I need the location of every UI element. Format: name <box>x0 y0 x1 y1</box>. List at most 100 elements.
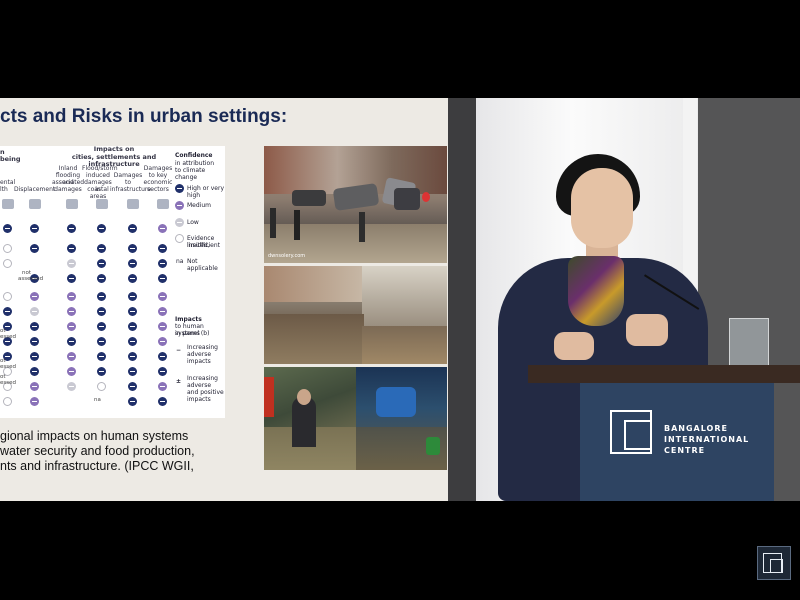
table-header: associated <box>52 179 85 186</box>
confidence-dot <box>67 307 76 316</box>
table-header: economic <box>143 179 173 186</box>
row-label: essed <box>0 364 16 370</box>
confidence-dot <box>158 397 167 406</box>
confidence-dot <box>158 259 167 268</box>
caption-line: water security and food production, <box>0 444 195 458</box>
legend-title: Confidence <box>175 152 213 159</box>
table-header: lth <box>0 186 8 193</box>
confidence-dot <box>67 352 76 361</box>
table-header: Flood/storm <box>82 165 118 172</box>
confidence-dot <box>158 224 167 233</box>
legend-limited-label: insufficient <box>187 242 221 249</box>
table-header: ental <box>0 179 16 186</box>
legend-adverse-label: impacts <box>187 358 211 365</box>
speaker-stage: BANGALORE INTERNATIONAL CENTRE <box>448 98 800 501</box>
table-header: Inland <box>58 165 78 172</box>
flood-cars-photo: dwnsolery.com <box>264 146 447 263</box>
confidence-dot <box>30 367 39 376</box>
confidence-dot <box>158 244 167 253</box>
confidence-dot <box>67 292 76 301</box>
confidence-dot <box>158 337 167 346</box>
legend-limited-swatch <box>175 234 184 243</box>
confidence-dot <box>158 382 167 391</box>
confidence-dot <box>30 352 39 361</box>
confidence-dot <box>158 352 167 361</box>
presentation-slide: cts and Risks in urban settings: n being… <box>0 98 448 501</box>
table-header: being <box>0 155 21 163</box>
podium-text-line: CENTRE <box>664 446 706 455</box>
photo-credit: dwnsolery.com <box>268 253 306 259</box>
row-label: essed <box>0 380 16 386</box>
row-label: essed <box>0 334 16 340</box>
speaker-scarf <box>568 256 624 326</box>
confidence-dot <box>128 307 137 316</box>
slide-caption: gional impacts on human systems water se… <box>0 429 195 474</box>
confidence-dot <box>128 367 137 376</box>
confidence-dot <box>67 224 76 233</box>
not-assessed-label: assessed <box>18 276 44 282</box>
confidence-dot <box>97 382 106 391</box>
plus-minus-icon: ± <box>176 378 182 385</box>
confidence-dot <box>97 307 106 316</box>
confidence-dot <box>97 292 106 301</box>
confidence-dot <box>67 382 76 391</box>
legend-na-label: Not applicable <box>187 258 218 272</box>
confidence-dot <box>30 224 39 233</box>
channel-logo-icon <box>757 546 791 580</box>
flooded-train-photo <box>264 367 356 470</box>
table-header: damages <box>54 186 82 193</box>
legend-mixed-label: adverse <box>187 382 212 389</box>
confidence-dot <box>30 292 39 301</box>
confidence-dot <box>128 322 137 331</box>
confidence-dot <box>67 274 76 283</box>
confidence-dot <box>97 244 106 253</box>
confidence-dot <box>128 274 137 283</box>
confidence-dot <box>128 382 137 391</box>
legend-impacts-title: Impacts <box>175 316 202 323</box>
legend-mixed-label: Increasing <box>187 375 218 382</box>
confidence-dot <box>97 337 106 346</box>
table-header: to key <box>148 172 168 179</box>
water-glass <box>729 318 769 366</box>
confidence-dot <box>128 352 137 361</box>
confidence-dot <box>128 224 137 233</box>
confidence-dot <box>30 307 39 316</box>
confidence-dot <box>67 244 76 253</box>
legend-mixed-label: impacts <box>187 396 211 403</box>
confidence-dot <box>158 292 167 301</box>
confidence-dot <box>97 259 106 268</box>
legend-high-label: High or very high <box>187 185 225 199</box>
confidence-dot <box>3 307 12 316</box>
slide-title: cts and Risks in urban settings: <box>0 106 288 127</box>
table-header: to <box>124 179 132 186</box>
confidence-dot <box>128 337 137 346</box>
column-icon <box>96 199 108 209</box>
table-header: induced <box>86 172 110 179</box>
table-header: sectors <box>147 186 169 193</box>
podium-text-line: INTERNATIONAL <box>664 435 750 444</box>
confidence-dot <box>158 307 167 316</box>
confidence-dot <box>97 322 106 331</box>
confidence-dot <box>97 352 106 361</box>
table-header: Displacement <box>14 186 56 193</box>
confidence-dot <box>30 322 39 331</box>
confidence-dot <box>67 337 76 346</box>
legend-high-swatch <box>175 184 184 193</box>
column-icon <box>127 199 139 209</box>
legend-low-swatch <box>175 218 184 227</box>
confidence-legend: Confidence in attribution to climate cha… <box>172 146 225 418</box>
confidence-dot <box>128 259 137 268</box>
legend-adverse-label: adverse <box>187 351 212 358</box>
confidence-dot <box>30 337 39 346</box>
table-header: Damages <box>143 165 173 172</box>
confidence-dot <box>3 224 12 233</box>
confidence-dot <box>3 397 12 406</box>
column-icon <box>66 199 78 209</box>
confidence-dot <box>67 367 76 376</box>
speaker-hand-right <box>626 314 668 346</box>
legend-mixed-label: and positive <box>187 389 224 396</box>
speaker-face <box>571 168 633 248</box>
video-frame: cts and Risks in urban settings: n being… <box>0 98 800 501</box>
legend-subtitle: in attribution <box>175 160 214 167</box>
flooded-subway-photo <box>356 367 447 470</box>
